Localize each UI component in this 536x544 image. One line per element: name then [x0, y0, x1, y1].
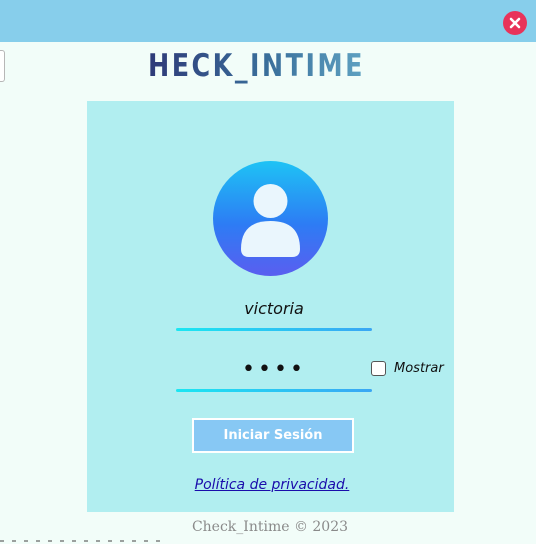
show-password-checkbox[interactable]	[371, 361, 386, 376]
password-input[interactable]: ••••	[176, 356, 372, 384]
login-button[interactable]: Iniciar Sesión	[192, 418, 354, 453]
username-input[interactable]: victoria	[176, 296, 372, 322]
close-icon	[509, 17, 521, 29]
title-bar	[0, 0, 536, 42]
privacy-policy-link[interactable]: Política de privacidad.	[172, 475, 372, 495]
password-underline	[176, 389, 372, 392]
app-logo: HECK_INTIME	[148, 46, 388, 86]
user-avatar-icon	[213, 161, 328, 276]
close-button[interactable]	[503, 11, 527, 35]
show-password-label: Mostrar	[394, 361, 444, 376]
footer-copyright: Check_Intime © 2023	[191, 519, 349, 535]
username-underline	[176, 328, 372, 331]
bottom-edge	[0, 540, 160, 542]
side-panel-edge	[0, 50, 5, 82]
logo-text: HECK_INTIME	[148, 48, 365, 84]
